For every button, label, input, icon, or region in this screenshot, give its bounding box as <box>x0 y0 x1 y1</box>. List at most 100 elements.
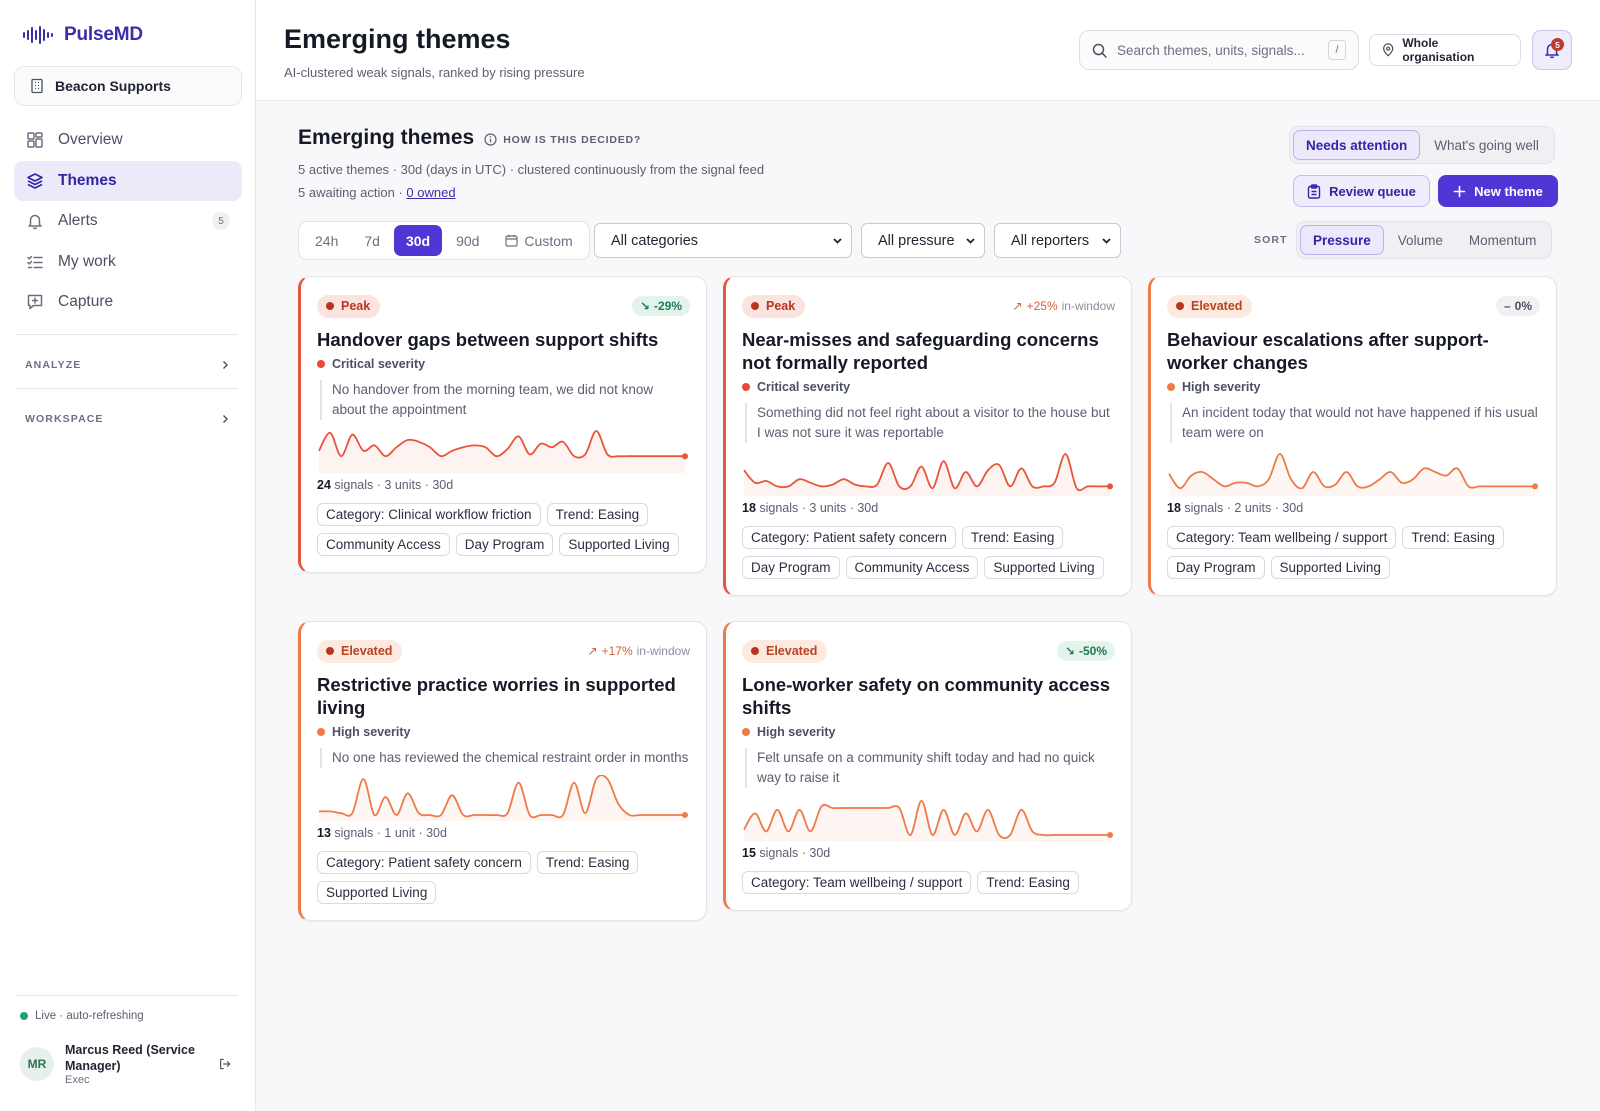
page-subtitle: AI-clustered weak signals, ranked by ris… <box>284 65 585 80</box>
tag[interactable]: Trend: Easing <box>536 851 639 874</box>
category-filter[interactable]: All categories <box>594 223 852 258</box>
trend-down-icon: ↘ <box>639 299 650 313</box>
tag[interactable]: Trend: Easing <box>961 526 1064 549</box>
chevron-down-icon <box>1102 238 1111 244</box>
org-switcher[interactable]: Beacon Supports <box>14 66 242 106</box>
nav-themes[interactable]: Themes <box>14 160 242 201</box>
trend-flat-icon: – <box>1503 299 1511 313</box>
clipboard-icon <box>1307 183 1321 199</box>
severity: High severity <box>1167 380 1540 394</box>
range-custom[interactable]: Custom <box>493 225 584 256</box>
tag[interactable]: Category: Patient safety concern <box>317 851 531 874</box>
tag[interactable]: Day Program <box>1167 556 1265 579</box>
theme-title[interactable]: Handover gaps between support shifts <box>317 328 690 351</box>
tag[interactable]: Category: Team wellbeing / support <box>1167 526 1397 549</box>
theme-card[interactable]: Peak ↘ -29% Handover gaps between support… <box>298 276 707 573</box>
live-status: Live · auto-refreshing <box>20 1010 144 1022</box>
range-90d[interactable]: 90d <box>444 225 491 256</box>
user-name: Marcus Reed (Service Manager) <box>65 1043 195 1073</box>
signal-count: 15 <box>742 846 756 860</box>
signal-quote: Something did not feel right about a vis… <box>745 403 1115 443</box>
range-7d[interactable]: 7d <box>352 225 392 256</box>
main-nav: Overview Themes Alerts 5 My work Capture <box>14 120 242 323</box>
page-title: Emerging themes <box>284 24 511 54</box>
search-input[interactable]: Search themes, units, signals... / <box>1079 30 1359 70</box>
section-header: Emerging themes HOW IS THIS DECIDED? <box>298 126 641 150</box>
tag[interactable]: Supported Living <box>1270 556 1390 579</box>
range-custom-label: Custom <box>524 232 573 249</box>
theme-title[interactable]: Restrictive practice worries in supporte… <box>317 673 690 719</box>
tag[interactable]: Trend: Easing <box>977 871 1079 894</box>
notifications-button[interactable]: 5 <box>1532 30 1572 70</box>
tag[interactable]: Trend: Easing <box>546 503 649 526</box>
plus-icon <box>1453 185 1466 197</box>
tag-list: Category: Patient safety concern Trend: … <box>742 526 1115 595</box>
sparkline-area <box>319 431 685 473</box>
range-24h[interactable]: 24h <box>303 225 350 256</box>
pressure-badge: Peak <box>317 294 381 318</box>
trend-badge: –0% <box>1495 296 1540 316</box>
view-going-well[interactable]: What's going well <box>1422 130 1551 160</box>
reporters-filter-value: All reporters <box>1011 232 1090 249</box>
tag[interactable]: Supported Living <box>317 881 437 904</box>
nav-alerts[interactable]: Alerts 5 <box>14 201 242 241</box>
tag[interactable]: Community Access <box>317 533 450 556</box>
review-queue-button[interactable]: Review queue <box>1293 175 1430 207</box>
tag[interactable]: Category: Clinical workflow friction <box>317 503 541 526</box>
tag[interactable]: Day Program <box>455 533 554 556</box>
nav-capture[interactable]: Capture <box>14 282 242 322</box>
top-header: Emerging themes AI-clustered weak signal… <box>256 0 1600 101</box>
stats-detail: signals · 3 units · 30d <box>755 501 879 515</box>
sort-momentum[interactable]: Momentum <box>1457 225 1549 255</box>
pressure-filter[interactable]: All pressure <box>861 223 985 258</box>
pressure-label: Elevated <box>1191 299 1243 313</box>
nav-label: Overview <box>58 131 123 148</box>
logout-icon[interactable] <box>218 1055 232 1073</box>
pressure-filter-value: All pressure <box>878 232 955 249</box>
theme-card[interactable]: Elevated ↗ +17% in-window Restrictive prac… <box>298 621 707 921</box>
sparkline-end-point <box>1532 483 1538 490</box>
search-placeholder: Search themes, units, signals... <box>1117 42 1305 58</box>
nav-my-work[interactable]: My work <box>14 242 242 282</box>
pulse-wave-icon <box>23 26 53 44</box>
how-decided-link[interactable]: HOW IS THIS DECIDED? <box>484 133 641 146</box>
owned-link[interactable]: 0 owned <box>406 185 455 200</box>
view-needs-attention[interactable]: Needs attention <box>1293 130 1421 160</box>
theme-card[interactable]: Peak ↗ +25% in-window Near-misses and safe… <box>723 276 1132 596</box>
scope-selector[interactable]: Whole organisation <box>1369 34 1521 66</box>
reporters-filter[interactable]: All reporters <box>994 223 1121 258</box>
section-analyze[interactable]: ANALYZE <box>25 359 230 371</box>
sort-volume[interactable]: Volume <box>1386 225 1455 255</box>
sparkline-area <box>744 453 1110 496</box>
theme-card[interactable]: Elevated ↘ -50% Lone-worker safety on com… <box>723 621 1132 911</box>
tag[interactable]: Trend: Easing <box>1402 526 1504 549</box>
theme-title[interactable]: Lone-worker safety on community access s… <box>742 673 1115 719</box>
sparkline <box>743 453 1113 496</box>
nav-overview[interactable]: Overview <box>14 120 242 160</box>
tag[interactable]: Supported Living <box>984 556 1104 579</box>
pressure-badge: Elevated <box>742 639 828 663</box>
tag[interactable]: Supported Living <box>559 533 679 556</box>
how-decided-label: HOW IS THIS DECIDED? <box>503 133 642 146</box>
theme-stats: 24 signals · 3 units · 30d <box>317 478 690 492</box>
trend-badge: ↗ +25% in-window <box>1013 299 1115 313</box>
tag[interactable]: Community Access <box>845 556 979 579</box>
logo[interactable]: PulseMD <box>22 24 143 46</box>
user-profile[interactable]: MR Marcus Reed (Service Manager) Exec <box>20 1042 232 1086</box>
sort-pressure[interactable]: Pressure <box>1300 225 1384 255</box>
new-theme-button[interactable]: New theme <box>1438 175 1558 207</box>
tag[interactable]: Category: Patient safety concern <box>742 526 956 549</box>
range-30d[interactable]: 30d <box>393 225 443 256</box>
review-queue-label: Review queue <box>1329 183 1416 199</box>
theme-title[interactable]: Behaviour escalations after support-work… <box>1167 328 1540 374</box>
trend-note: in-window <box>636 644 690 658</box>
trend-badge: ↗ +17% in-window <box>588 644 690 658</box>
theme-card[interactable]: Elevated –0% Behaviour escalations after… <box>1148 276 1557 596</box>
theme-title[interactable]: Near-misses and safeguarding concerns no… <box>742 328 1115 374</box>
awaiting-meta: 5 awaiting action · 0 owned <box>298 185 456 200</box>
signal-quote: No handover from the morning team, we di… <box>320 380 690 420</box>
chevron-right-icon <box>223 415 228 423</box>
tag[interactable]: Day Program <box>742 556 840 579</box>
tag[interactable]: Category: Team wellbeing / support <box>742 871 972 894</box>
section-workspace[interactable]: WORKSPACE <box>25 413 230 425</box>
